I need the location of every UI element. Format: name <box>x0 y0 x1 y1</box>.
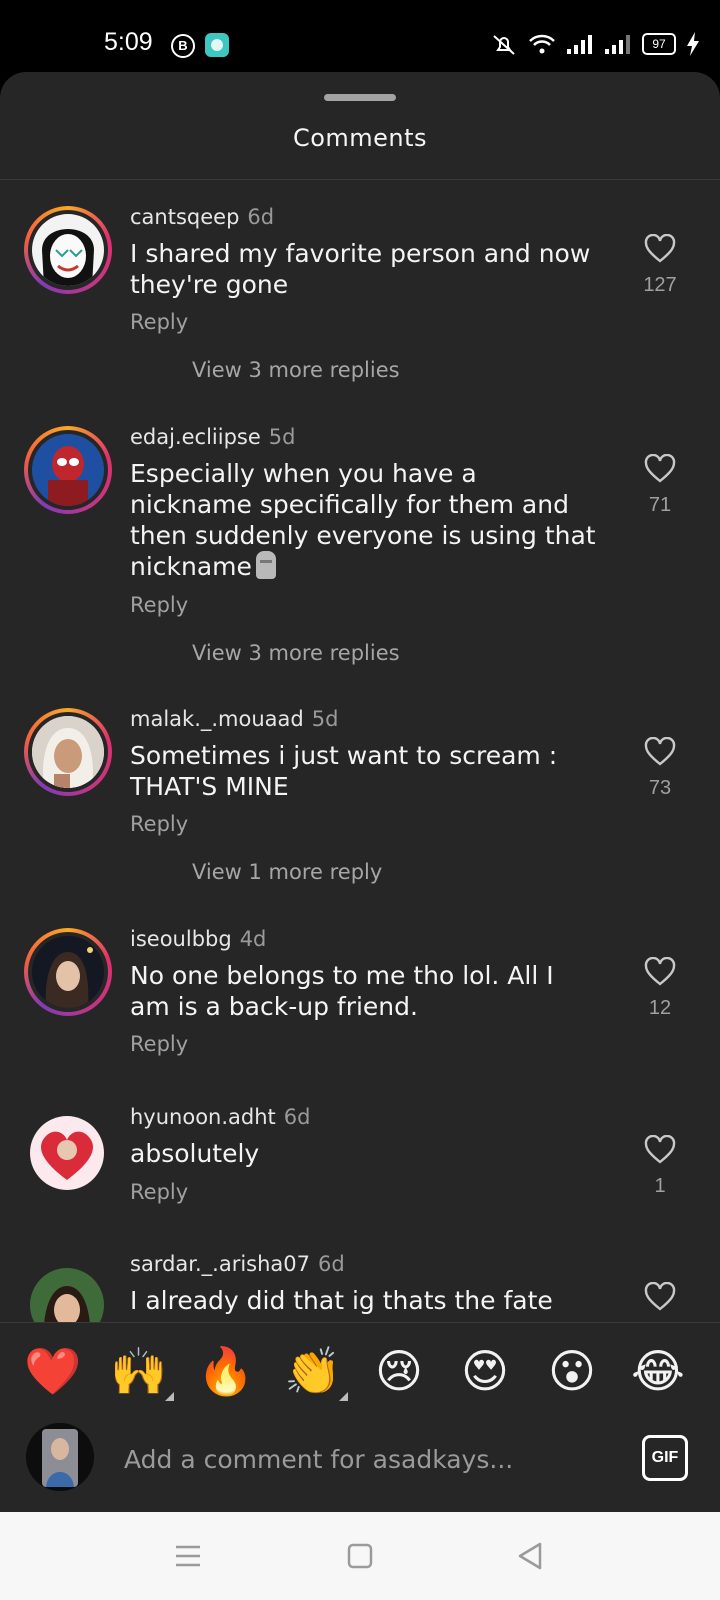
avatar[interactable] <box>24 206 112 294</box>
avatar-image <box>30 1116 104 1190</box>
comment-username[interactable]: hyunoon.adht <box>130 1105 276 1129</box>
signal-icon <box>567 35 592 54</box>
mute-bell-icon <box>493 35 515 55</box>
comment-meta: sardar._.arisha07 6d <box>130 1252 345 1276</box>
avatar-image <box>32 936 104 1008</box>
heart-outline-icon <box>644 957 676 986</box>
emoji-crying-button[interactable]: 😢 <box>371 1343 427 1399</box>
sheet-title: Comments <box>292 124 428 152</box>
reply-button[interactable]: Reply <box>130 1032 188 1056</box>
comment-meta: cantsqeep 6d <box>130 205 274 229</box>
comment-text: Especially when you have a nickname spec… <box>130 458 600 582</box>
home-icon[interactable] <box>338 1534 382 1578</box>
comment-time: 6d <box>247 205 275 229</box>
avatar-image <box>32 716 104 788</box>
like-button[interactable] <box>640 1282 680 1312</box>
comment-username[interactable]: malak._.mouaad <box>130 707 304 731</box>
quick-emoji-row: ❤️ 🙌 🔥 👏 😢 😍 😮 😂 <box>0 1343 720 1405</box>
charging-bolt-icon <box>687 32 699 56</box>
comment-text: No one belongs to me tho lol. All I am i… <box>130 961 554 1021</box>
avatar[interactable] <box>24 708 112 796</box>
emoji-clap-button[interactable]: 👏 <box>284 1343 348 1401</box>
like-button[interactable]: 1 <box>640 1135 680 1198</box>
emoji-surprised-button[interactable]: 😮 <box>544 1343 600 1399</box>
emoji-laughing-button[interactable]: 😂 <box>630 1343 686 1399</box>
like-button[interactable]: 127 <box>640 234 680 297</box>
battery-indicator: 97 <box>642 33 676 55</box>
emoji-raised-hands-glyph: 🙌 <box>110 1344 168 1398</box>
emoji-heart-eyes-button[interactable]: 😍 <box>457 1343 513 1399</box>
menu-icon[interactable] <box>166 1534 210 1578</box>
like-count: 127 <box>643 274 677 296</box>
wifi-icon <box>529 34 555 54</box>
comment-meta: iseoulbbg 4d <box>130 927 266 951</box>
comment-text: Sometimes i just want to scream : THAT'S… <box>130 741 558 801</box>
skin-tone-corner-icon <box>165 1392 174 1401</box>
heart-outline-icon <box>644 234 676 263</box>
comment-username[interactable]: sardar._.arisha07 <box>130 1252 310 1276</box>
like-count: 1 <box>654 1175 666 1197</box>
signal-icon-2 <box>605 35 630 54</box>
reply-button[interactable]: Reply <box>130 1180 188 1204</box>
avatar[interactable] <box>30 1116 104 1190</box>
comment-time: 6d <box>283 1105 311 1129</box>
comment-username[interactable]: iseoulbbg <box>130 927 232 951</box>
comment-meta: malak._.mouaad 5d <box>130 707 338 731</box>
heart-outline-icon <box>644 1282 676 1311</box>
b-badge-icon: B <box>171 34 195 58</box>
comment-text-content: Especially when you have a nickname spec… <box>130 459 596 581</box>
like-count: 73 <box>648 777 672 799</box>
comment-text: absolutely <box>130 1139 260 1168</box>
comment-meta: hyunoon.adht 6d <box>130 1105 310 1129</box>
comment-text: I already did that ig thats the fate <box>130 1286 553 1315</box>
emoji-clap-glyph: 👏 <box>284 1344 342 1398</box>
like-button[interactable]: 12 <box>640 957 680 1020</box>
avatar[interactable] <box>24 426 112 514</box>
gif-button[interactable]: GIF <box>642 1435 688 1481</box>
comment-time: 4d <box>239 927 267 951</box>
status-time: 5:09 <box>104 28 153 56</box>
heart-outline-icon <box>644 1135 676 1164</box>
comment-time: 6d <box>318 1252 345 1276</box>
reply-button[interactable]: Reply <box>130 593 188 617</box>
back-icon[interactable] <box>508 1534 552 1578</box>
status-icons: 97 <box>490 30 700 58</box>
comment-username[interactable]: edaj.ecliipse <box>130 425 261 449</box>
skin-tone-corner-icon <box>339 1392 348 1401</box>
view-more-replies-button[interactable]: View 3 more replies <box>192 358 400 382</box>
header-divider <box>0 179 720 180</box>
like-button[interactable]: 73 <box>640 737 680 800</box>
heart-outline-icon <box>644 737 676 766</box>
like-button[interactable]: 71 <box>640 454 680 517</box>
comment-username[interactable]: cantsqeep <box>130 205 239 229</box>
avatar-image <box>26 1423 94 1491</box>
reply-button[interactable]: Reply <box>130 310 188 334</box>
comment-meta: edaj.ecliipse 5d <box>130 425 296 449</box>
avatar[interactable] <box>24 928 112 1016</box>
comment-time: 5d <box>311 707 339 731</box>
sheet-drag-handle[interactable] <box>324 94 396 101</box>
emoji-raised-hands-button[interactable]: 🙌 <box>110 1343 174 1401</box>
avatar-image <box>32 434 104 506</box>
app-notification-icon <box>205 33 229 57</box>
emoji-fire-button[interactable]: 🔥 <box>197 1343 254 1399</box>
like-count: 12 <box>648 997 672 1019</box>
self-avatar <box>26 1423 94 1491</box>
comment-input[interactable] <box>124 1439 604 1479</box>
comment-composer: ❤️ 🙌 🔥 👏 😢 😍 😮 😂 GIF <box>0 1322 720 1513</box>
moai-emoji-icon <box>255 551 276 579</box>
comment-time: 5d <box>268 425 296 449</box>
like-count: 71 <box>648 494 672 516</box>
reply-button[interactable]: Reply <box>130 812 188 836</box>
comments-sheet: Comments cantsqeep 6d I shared my favorit… <box>0 72 720 1512</box>
emoji-heart-button[interactable]: ❤️ <box>24 1343 81 1399</box>
system-navigation-bar <box>0 1512 720 1600</box>
heart-outline-icon <box>644 454 676 483</box>
comment-text: I shared my favorite person and now they… <box>130 239 591 299</box>
view-more-replies-button[interactable]: View 1 more reply <box>192 860 382 884</box>
view-more-replies-button[interactable]: View 3 more replies <box>192 641 400 665</box>
avatar-image <box>42 229 94 286</box>
